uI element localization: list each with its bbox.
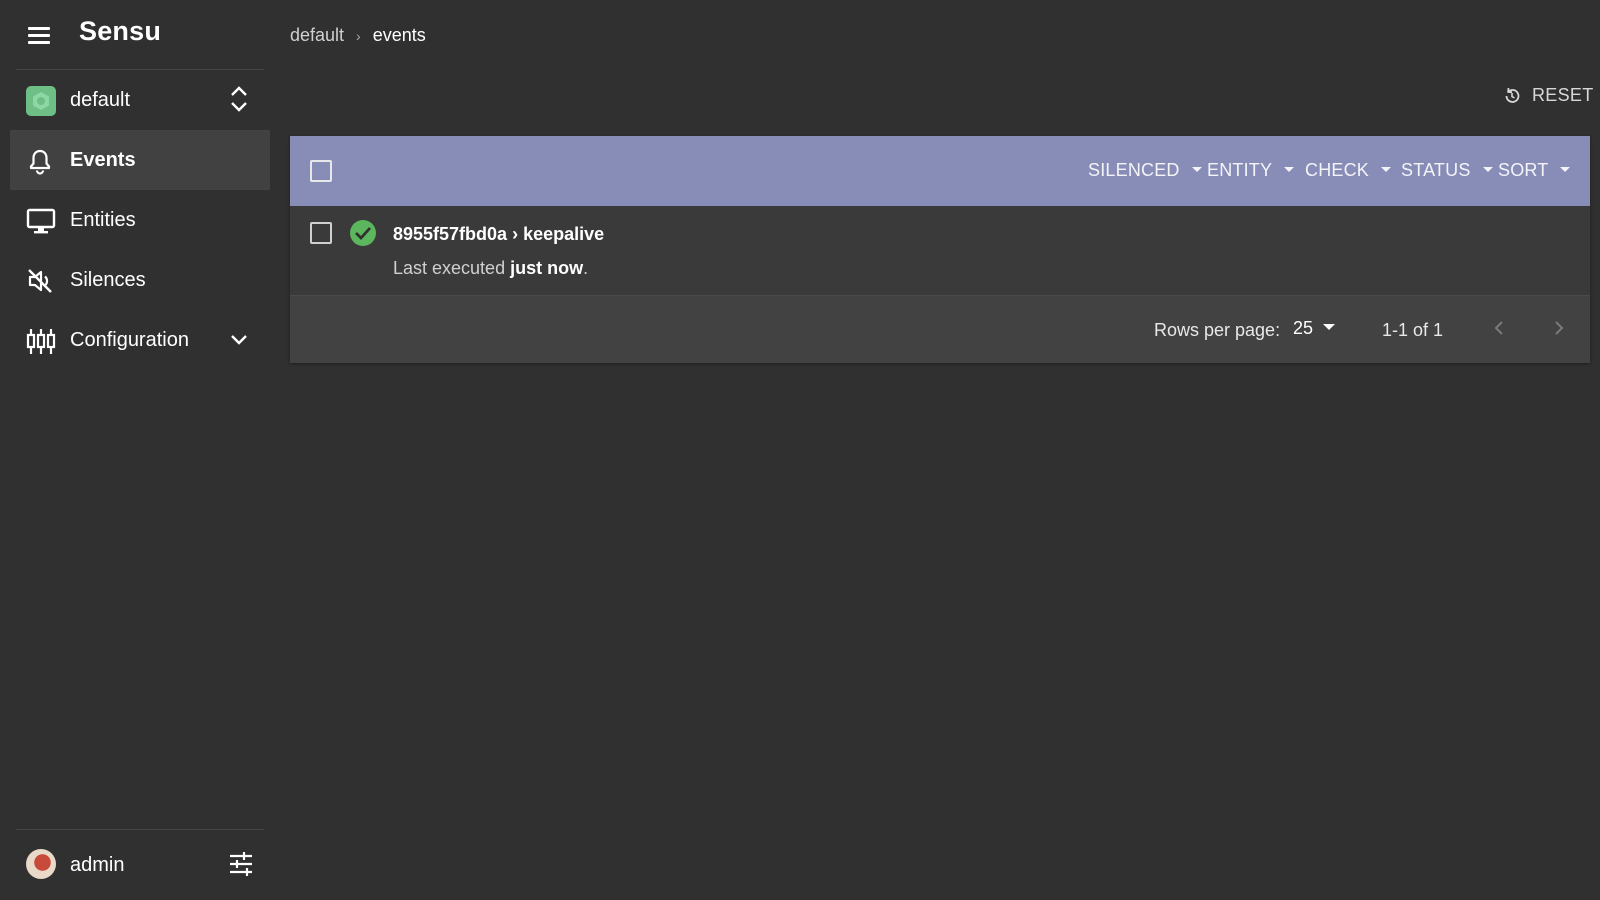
sidebar-item-configuration[interactable]: Configuration xyxy=(10,310,270,370)
event-arrow: › xyxy=(512,224,519,244)
reset-label: RESET xyxy=(1532,85,1594,105)
sidebar-item-entities[interactable]: Entities xyxy=(10,190,270,250)
filter-status[interactable]: STATUS xyxy=(1401,160,1493,181)
menu-icon[interactable] xyxy=(26,24,52,46)
breadcrumb-namespace[interactable]: default xyxy=(290,25,344,45)
divider xyxy=(16,829,264,830)
breadcrumb-separator: › xyxy=(356,28,361,44)
caret-down-icon xyxy=(1560,166,1571,172)
filter-check[interactable]: CHECK xyxy=(1305,160,1392,181)
select-all-checkbox[interactable] xyxy=(310,160,332,182)
caret-down-icon xyxy=(1482,166,1493,172)
list-item[interactable]: 8955f57fbd0a › keepalive Last executed j… xyxy=(290,206,1590,296)
caret-down-icon xyxy=(1191,166,1202,172)
namespace-avatar-icon xyxy=(26,86,56,116)
bell-icon xyxy=(26,147,54,175)
restore-icon xyxy=(1505,87,1520,103)
filter-entity[interactable]: ENTITY xyxy=(1207,160,1295,181)
sidebar-item-label: Configuration xyxy=(70,329,189,351)
event-sub-prefix: Last executed xyxy=(393,258,506,278)
event-sub-time: just now xyxy=(510,258,584,278)
breadcrumb: default › events xyxy=(290,25,426,46)
brand-header: Sensu xyxy=(0,0,274,69)
event-subtitle: Last executed just now. xyxy=(393,258,588,279)
user-menu[interactable]: admin xyxy=(10,836,264,892)
events-toolbar: SILENCED ENTITY CHECK STATUS SORT xyxy=(290,136,1590,206)
breadcrumb-current: events xyxy=(372,25,426,45)
filter-label: SILENCED xyxy=(1088,160,1180,180)
filter-label: CHECK xyxy=(1305,160,1370,180)
chevron-right-icon[interactable] xyxy=(1547,316,1571,340)
check-circle-icon xyxy=(350,220,376,246)
sidebar-item-label: Silences xyxy=(70,269,146,291)
sidebar-item-label: Events xyxy=(70,149,136,171)
unfold-icon xyxy=(228,84,250,119)
chevron-down-icon xyxy=(228,330,250,355)
sidebar: Sensu default Events Entities Silences C xyxy=(0,0,274,900)
sidebar-item-label: Entities xyxy=(70,209,136,231)
monitor-icon xyxy=(26,207,56,235)
filter-sort[interactable]: SORT xyxy=(1498,160,1571,181)
brand-name: Sensu xyxy=(79,16,162,46)
avatar xyxy=(26,849,56,879)
event-entity: 8955f57fbd0a xyxy=(393,224,508,244)
equalizer-icon xyxy=(26,327,56,355)
pagination: Rows per page: 25 1-1 of 1 xyxy=(290,296,1590,363)
filter-label: SORT xyxy=(1498,160,1549,180)
tune-icon[interactable] xyxy=(228,851,254,882)
event-check: keepalive xyxy=(523,224,605,244)
caret-down-icon xyxy=(1284,166,1295,172)
rows-per-page-label: Rows per page: xyxy=(1154,320,1281,340)
namespace-label: default xyxy=(70,89,131,111)
rows-per-page-select[interactable]: 25 xyxy=(1293,318,1336,339)
filter-silenced[interactable]: SILENCED xyxy=(1088,160,1202,181)
event-title[interactable]: 8955f57fbd0a › keepalive xyxy=(393,224,604,245)
event-sub-suffix: . xyxy=(583,258,589,278)
pagination-range: 1-1 of 1 xyxy=(1382,320,1444,340)
sidebar-item-silences[interactable]: Silences xyxy=(10,250,270,310)
rows-per-page-value: 25 xyxy=(1293,318,1314,338)
caret-down-icon xyxy=(1381,166,1392,172)
user-name: admin xyxy=(70,854,125,876)
namespace-switcher[interactable]: default xyxy=(10,72,264,128)
caret-down-icon xyxy=(1323,324,1336,331)
filter-label: STATUS xyxy=(1401,160,1471,180)
filter-label: ENTITY xyxy=(1207,160,1273,180)
chevron-left-icon[interactable] xyxy=(1487,316,1511,340)
events-list: SILENCED ENTITY CHECK STATUS SORT 8955f5… xyxy=(290,136,1590,363)
sidebar-item-events[interactable]: Events xyxy=(10,130,270,190)
row-checkbox[interactable] xyxy=(310,222,332,244)
volume-off-icon xyxy=(26,267,54,295)
divider xyxy=(16,69,264,70)
